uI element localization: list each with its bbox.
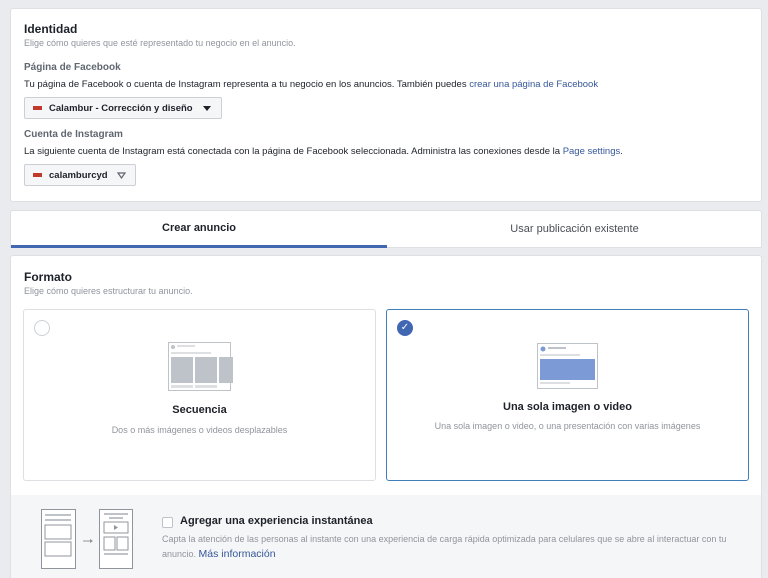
instagram-selected: calamburcyd: [49, 169, 108, 181]
identity-subtitle: Elige cómo quieres que esté representado…: [24, 38, 296, 48]
facebook-page-selected: Calambur - Corrección y diseño: [49, 102, 193, 114]
instant-experience-illustration: [41, 509, 133, 569]
facebook-page-description-text: Tu página de Facebook o cuenta de Instag…: [24, 79, 467, 90]
format-option-carousel[interactable]: Secuencia Dos o más imágenes o videos de…: [23, 309, 376, 481]
chevron-down-icon: [202, 105, 211, 111]
ad-tabs: Crear anuncio Usar publicación existente: [10, 210, 762, 248]
instant-experience-section: Agregar una experiencia instantánea Capt…: [10, 495, 762, 578]
tab-use-existing[interactable]: Usar publicación existente: [387, 211, 762, 247]
page-settings-link[interactable]: Page settings: [563, 146, 621, 157]
facebook-page-dropdown[interactable]: Calambur - Corrección y diseño: [24, 97, 222, 119]
page-flag-icon: [33, 106, 42, 110]
tab-use-existing-label: Usar publicación existente: [510, 223, 639, 235]
facebook-page-heading: Página de Facebook: [24, 62, 121, 73]
create-facebook-page-link[interactable]: crear una página de Facebook: [469, 79, 598, 90]
identity-panel: Identidad Elige cómo quieres que esté re…: [10, 8, 762, 202]
single-image-description: Una sola imagen o video, o una presentac…: [434, 421, 701, 431]
carousel-description: Dos o más imágenes o videos desplazables: [111, 425, 288, 435]
facebook-page-description: Tu página de Facebook o cuenta de Instag…: [24, 79, 598, 90]
instagram-flag-icon: [33, 173, 42, 177]
check-icon: ✓: [397, 320, 413, 336]
single-image-title: Una sola imagen o video: [503, 401, 632, 413]
format-title: Formato: [24, 270, 72, 284]
single-image-icon: [537, 343, 598, 389]
identity-title: Identidad: [24, 22, 78, 36]
carousel-radio[interactable]: [34, 320, 50, 336]
more-info-link[interactable]: Más información: [199, 548, 276, 560]
format-option-single-image[interactable]: ✓ Una sola imagen o video Una sola image…: [386, 309, 749, 481]
instagram-description-period: .: [620, 146, 623, 157]
instagram-description: La siguiente cuenta de Instagram está co…: [24, 146, 623, 157]
instagram-description-text: La siguiente cuenta de Instagram está co…: [24, 146, 561, 157]
carousel-title: Secuencia: [172, 404, 227, 416]
tab-create-ad[interactable]: Crear anuncio: [11, 211, 387, 248]
instagram-account-dropdown[interactable]: calamburcyd: [24, 164, 136, 186]
format-subtitle: Elige cómo quieres estructurar tu anunci…: [24, 286, 193, 296]
instant-experience-checkbox[interactable]: [162, 517, 173, 528]
carousel-icon: [168, 342, 233, 391]
instagram-heading: Cuenta de Instagram: [24, 129, 123, 140]
instant-experience-description: Capta la atención de las personas al ins…: [162, 532, 752, 562]
instant-experience-title: Agregar una experiencia instantánea: [180, 515, 373, 527]
tab-create-ad-label: Crear anuncio: [162, 222, 236, 234]
chevron-down-icon: [116, 171, 126, 179]
